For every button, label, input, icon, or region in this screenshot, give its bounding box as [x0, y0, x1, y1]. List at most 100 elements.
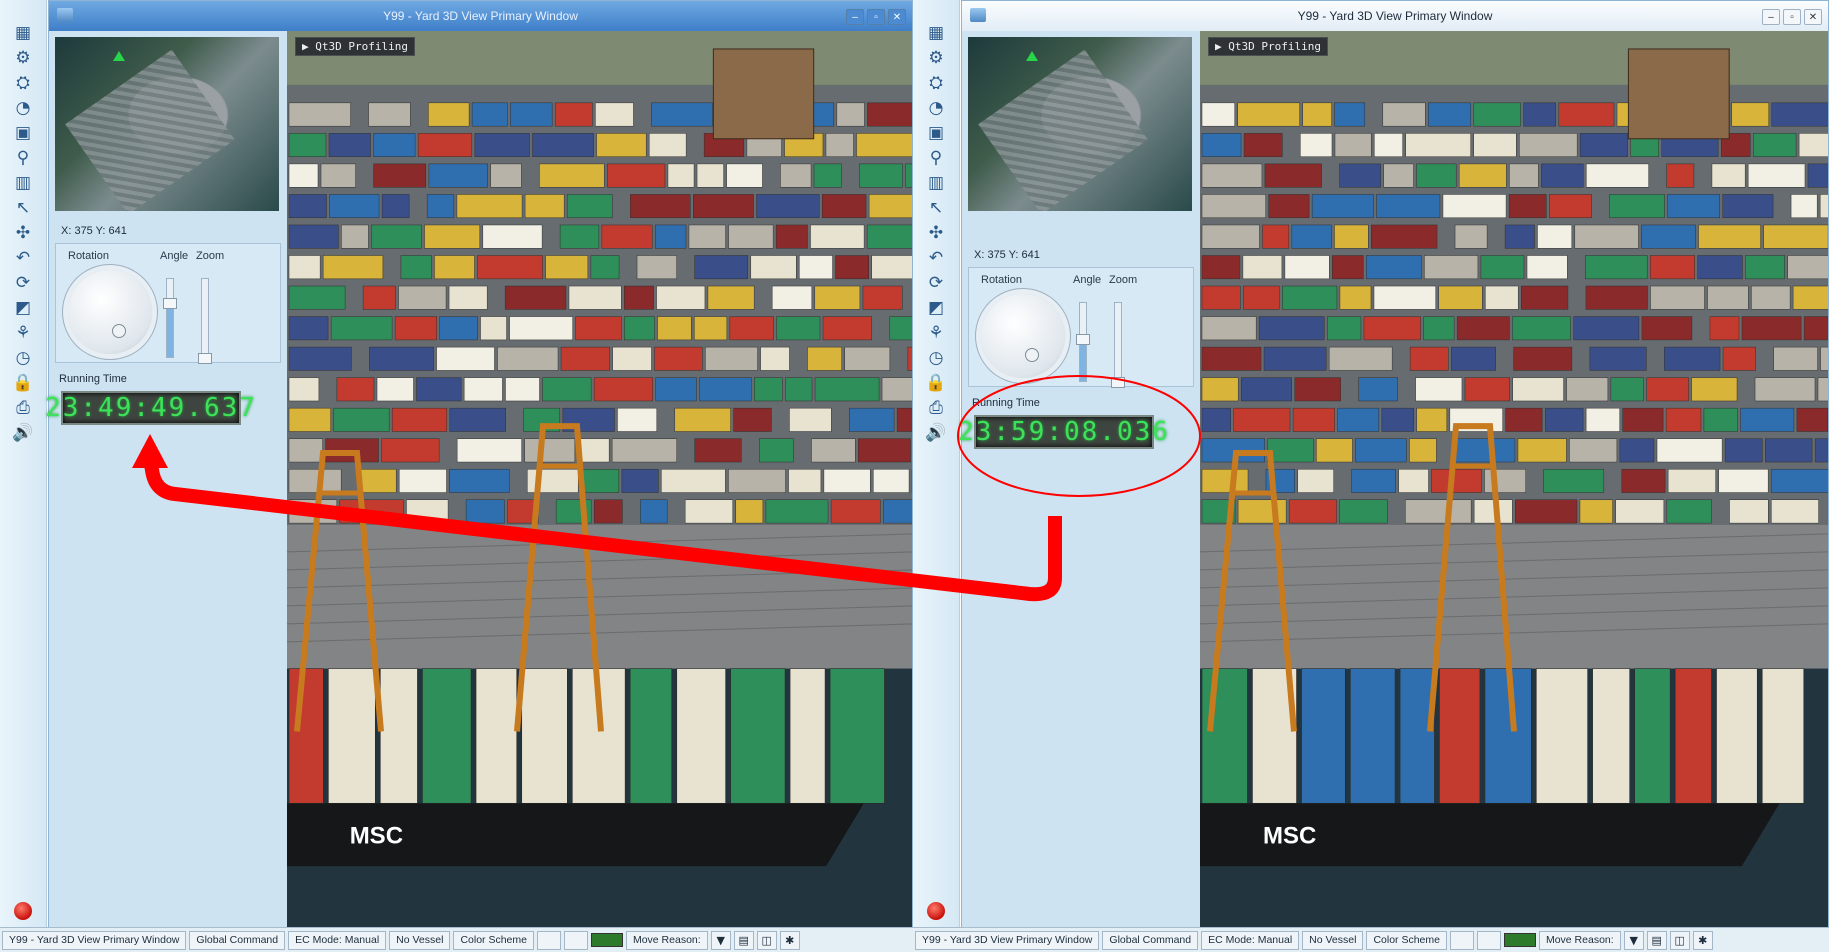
panel-icon[interactable]: ◫ — [756, 930, 777, 950]
layout-icon[interactable]: ▦ — [925, 22, 947, 44]
minimap[interactable] — [968, 37, 1192, 211]
zoom-slider[interactable] — [198, 278, 212, 364]
maximize-button[interactable]: ▫ — [867, 9, 885, 25]
window-titlebar[interactable]: Y99 - Yard 3D View Primary Window – ▫ ✕ — [962, 1, 1828, 32]
zoom-slider-handle[interactable] — [1111, 377, 1125, 388]
network-icon[interactable]: ⚙ — [12, 47, 34, 69]
vessel-container-bay — [1634, 668, 1671, 804]
capture-icon[interactable]: ▣ — [12, 122, 34, 144]
color-scheme-button[interactable]: Color Scheme — [1366, 930, 1447, 950]
lock-icon[interactable]: 🔒 — [925, 372, 947, 394]
yard-3d-viewport[interactable]: MSC ▶ Qt3D Profiling — [1200, 31, 1828, 927]
dial-indicator — [112, 324, 126, 338]
filter-icon[interactable]: ▼ — [710, 930, 731, 950]
gauge-icon[interactable]: ◔ — [12, 97, 34, 119]
running-time-display: 23:49:49.637 — [45, 391, 255, 425]
clock-24-icon[interactable]: ◷ — [12, 347, 34, 369]
pin-icon[interactable]: ✱ — [1692, 930, 1713, 950]
rotation-dial[interactable] — [68, 270, 152, 354]
container-stack — [1641, 316, 1693, 341]
palette-icon[interactable]: ▥ — [12, 172, 34, 194]
scatter-icon[interactable]: ✣ — [12, 222, 34, 244]
layout-icon[interactable]: ▤ — [1646, 930, 1667, 950]
vessel-name: MSC — [1263, 823, 1316, 850]
print-icon[interactable]: ⎙ — [12, 397, 34, 419]
pointer-icon[interactable]: ↖ — [925, 197, 947, 219]
container-stack — [463, 377, 503, 402]
container-stack — [1243, 285, 1280, 310]
container-stack — [1454, 438, 1516, 463]
zoom-icon[interactable]: ⚲ — [12, 147, 34, 169]
container-stack — [859, 163, 903, 188]
zoom-icon[interactable]: ⚲ — [925, 147, 947, 169]
container-stack — [611, 438, 677, 463]
lock-icon[interactable]: 🔒 — [12, 372, 34, 394]
refresh-icon[interactable]: ⟳ — [925, 272, 947, 294]
container-stack — [566, 194, 613, 219]
container-stack — [1355, 438, 1407, 463]
clock-24-icon[interactable]: ◷ — [925, 347, 947, 369]
filter-icon[interactable]: ▼ — [1623, 930, 1644, 950]
palette-icon[interactable]: ▥ — [925, 172, 947, 194]
settings-icon[interactable]: ⚘ — [12, 322, 34, 344]
window-titlebar[interactable]: Y99 - Yard 3D View Primary Window – ▫ ✕ — [49, 1, 912, 31]
warehouse-building — [712, 48, 815, 140]
status-bar: Y99 - Yard 3D View Primary Window Global… — [913, 927, 1829, 952]
global-command-button[interactable]: Global Command — [189, 930, 286, 950]
minimap[interactable] — [55, 37, 279, 211]
color-icon[interactable]: ◩ — [925, 297, 947, 319]
record-icon[interactable] — [927, 902, 945, 920]
ec-mode-status[interactable]: EC Mode: Manual — [1201, 930, 1300, 950]
minimize-button[interactable]: – — [846, 9, 864, 25]
yard-3d-viewport[interactable]: MSC ▶ Qt3D Profiling — [287, 31, 912, 927]
color-icon[interactable]: ◩ — [12, 297, 34, 319]
pointer-icon[interactable]: ↖ — [12, 197, 34, 219]
container-stack — [1697, 255, 1743, 280]
container-stack — [330, 316, 393, 341]
global-command-button[interactable]: Global Command — [1102, 930, 1199, 950]
profiling-toggle[interactable]: ▶ Qt3D Profiling — [1208, 37, 1328, 56]
minimize-button[interactable]: – — [1762, 9, 1780, 25]
record-icon[interactable] — [14, 902, 32, 920]
capture-icon[interactable]: ▣ — [925, 122, 947, 144]
refresh-icon[interactable]: ⟳ — [12, 272, 34, 294]
container-stack — [336, 377, 375, 402]
crane-icon[interactable]: ⛭ — [925, 72, 947, 94]
sound-icon[interactable]: 🔊 — [12, 422, 34, 444]
vessel-status[interactable]: No Vessel — [389, 930, 451, 950]
settings-icon[interactable]: ⚘ — [925, 322, 947, 344]
sound-icon[interactable]: 🔊 — [925, 422, 947, 444]
gauge-icon[interactable]: ◔ — [925, 97, 947, 119]
ec-mode-status[interactable]: EC Mode: Manual — [288, 930, 387, 950]
pin-icon[interactable]: ✱ — [779, 930, 800, 950]
zoom-slider-handle[interactable] — [198, 353, 212, 364]
close-button[interactable]: ✕ — [1804, 9, 1822, 25]
print-icon[interactable]: ⎙ — [925, 397, 947, 419]
container-stack — [1579, 133, 1628, 157]
angle-slider[interactable] — [1076, 302, 1090, 382]
rotation-dial[interactable] — [981, 294, 1065, 378]
angle-slider[interactable] — [163, 278, 177, 358]
container-stack — [688, 224, 726, 249]
zoom-slider[interactable] — [1111, 302, 1125, 388]
vessel-status[interactable]: No Vessel — [1302, 930, 1364, 950]
maximize-button[interactable]: ▫ — [1783, 9, 1801, 25]
left-screen: ▦ ⚙ ⛭ ◔ ▣ ⚲ ▥ ↖ ✣ ↶ ⟳ ◩ ⚘ ◷ 🔒 ⎙ 🔊 Y99 - Yard 3D View Pri… — [0, 0, 913, 952]
container-stack — [705, 346, 758, 371]
crane-icon[interactable]: ⛭ — [12, 72, 34, 94]
profiling-toggle[interactable]: ▶ Qt3D Profiling — [295, 37, 415, 56]
layout-icon[interactable]: ▦ — [12, 22, 34, 44]
container-stack — [590, 255, 620, 280]
color-scheme-button[interactable]: Color Scheme — [453, 930, 534, 950]
angle-slider-handle[interactable] — [163, 298, 177, 310]
network-icon[interactable]: ⚙ — [925, 47, 947, 69]
close-button[interactable]: ✕ — [888, 9, 906, 25]
angle-slider-handle[interactable] — [1076, 334, 1090, 346]
layout-icon[interactable]: ▤ — [733, 930, 754, 950]
scatter-icon[interactable]: ✣ — [925, 222, 947, 244]
undo-icon[interactable]: ↶ — [925, 247, 947, 269]
container-stack — [1438, 285, 1483, 310]
vessel-container-bay — [1535, 668, 1588, 804]
panel-icon[interactable]: ◫ — [1669, 930, 1690, 950]
undo-icon[interactable]: ↶ — [12, 247, 34, 269]
